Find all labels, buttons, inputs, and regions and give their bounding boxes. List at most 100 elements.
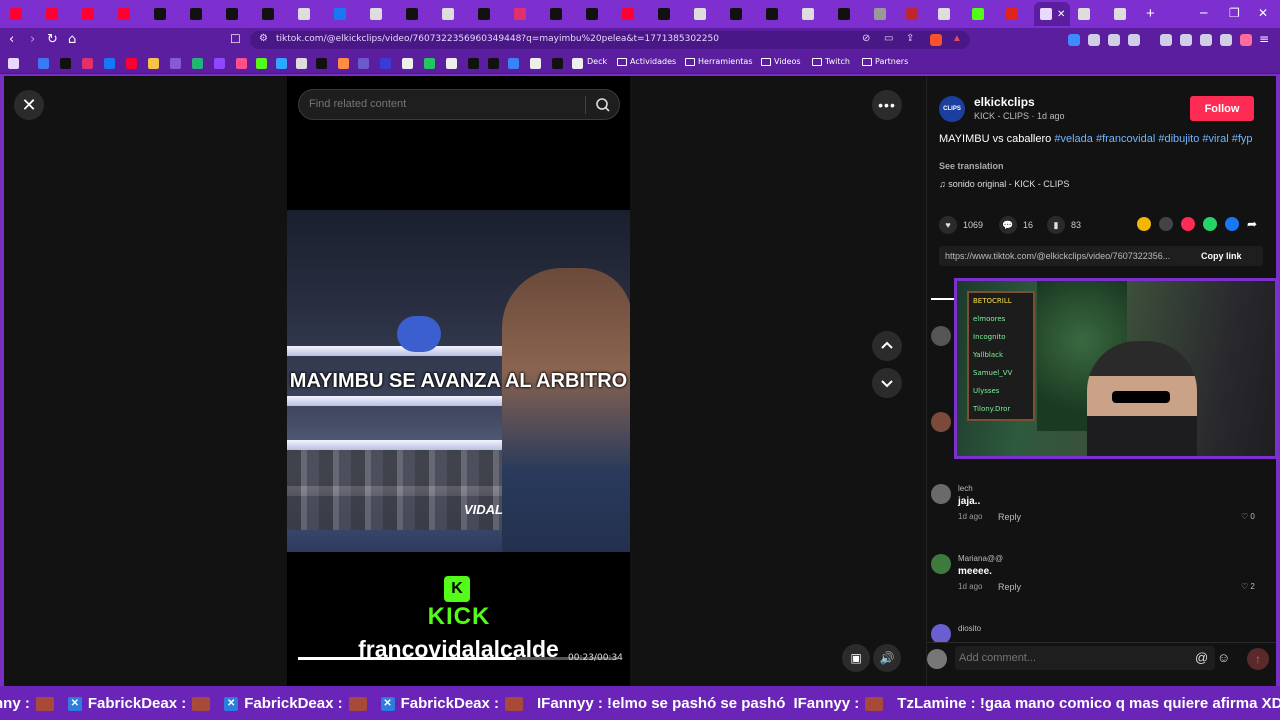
browser-tab[interactable] <box>292 4 326 24</box>
follow-button[interactable]: Follow <box>1190 96 1254 121</box>
browser-tab[interactable] <box>220 4 254 24</box>
commenter-avatar[interactable] <box>931 412 951 432</box>
comment-like-button[interactable]: ♡ 2 <box>1241 582 1255 591</box>
browser-tab[interactable] <box>544 4 578 24</box>
bookmark-favicon[interactable] <box>380 58 391 69</box>
browser-tab[interactable] <box>1108 4 1142 24</box>
commenter-avatar[interactable] <box>931 624 951 644</box>
extension-icon[interactable] <box>1220 34 1232 46</box>
home-icon[interactable]: ⌂ <box>68 32 76 47</box>
bookmark-deck[interactable]: Deck <box>587 57 607 66</box>
cast-icon[interactable]: ▭ <box>884 33 893 44</box>
browser-tab[interactable] <box>966 4 1000 24</box>
browser-tab[interactable] <box>868 4 902 24</box>
bookmark-icon[interactable]: ☐ <box>230 32 241 46</box>
commenter-avatar[interactable] <box>931 484 951 504</box>
bookmark-favicon[interactable] <box>276 58 287 69</box>
site-settings-icon[interactable]: ⚙ <box>259 33 268 44</box>
sound-link[interactable]: ♫ sonido original - KICK - CLIPS <box>939 179 1069 189</box>
bookmark-folder-actividades[interactable]: Actividades <box>617 57 676 66</box>
reply-button[interactable]: Reply <box>998 582 1021 592</box>
whatsapp-icon[interactable] <box>1203 217 1217 231</box>
see-translation-link[interactable]: See translation <box>939 161 1004 171</box>
bookmark-favicon[interactable] <box>402 58 413 69</box>
rewards-icon[interactable]: ▲ <box>952 33 962 44</box>
extension-icon[interactable] <box>1180 34 1192 46</box>
bookmark-favicon[interactable] <box>508 58 519 69</box>
browser-tab[interactable] <box>580 4 614 24</box>
bookmark-folder-herramientas[interactable]: Herramientas <box>685 57 753 66</box>
bookmark-favicon[interactable] <box>236 58 247 69</box>
browser-tab[interactable] <box>832 4 866 24</box>
browser-tab[interactable] <box>400 4 434 24</box>
browser-tab-active[interactable]: ✕ <box>1034 2 1070 26</box>
bookmark-favicon[interactable] <box>530 58 541 69</box>
search-icon[interactable] <box>595 97 611 113</box>
browser-tab[interactable] <box>724 4 758 24</box>
bookmark-favicon[interactable] <box>148 58 159 69</box>
emoji-icon[interactable]: ☺ <box>1217 650 1230 665</box>
send-icon[interactable] <box>1181 217 1195 231</box>
commenter-avatar[interactable] <box>931 554 951 574</box>
browser-tab[interactable] <box>148 4 182 24</box>
embed-icon[interactable] <box>1159 217 1173 231</box>
bookmark-favicon[interactable] <box>60 58 71 69</box>
browser-tab[interactable] <box>436 4 470 24</box>
browser-tab[interactable] <box>1000 4 1034 24</box>
author-name[interactable]: elkickclips <box>974 95 1035 109</box>
menu-icon[interactable]: ≡ <box>1259 32 1269 46</box>
bookmark-folder-partners[interactable]: Partners <box>862 57 908 66</box>
extension-icon[interactable] <box>1240 34 1252 46</box>
next-video-button[interactable] <box>872 368 902 398</box>
bookmark-folder-videos[interactable]: Videos <box>761 57 801 66</box>
close-tab-icon[interactable]: ✕ <box>1057 9 1065 20</box>
bookmark-favicon[interactable] <box>358 58 369 69</box>
repost-icon[interactable] <box>1137 217 1151 231</box>
hashtag-link[interactable]: #dibujito <box>1158 133 1199 145</box>
bookmark-favicon[interactable] <box>446 58 457 69</box>
bookmark-favicon[interactable] <box>38 58 49 69</box>
author-avatar[interactable]: CLIPS <box>939 96 965 122</box>
post-comment-button[interactable]: ↑ <box>1247 648 1269 670</box>
bookmark-favicon[interactable] <box>214 58 225 69</box>
browser-tab[interactable] <box>256 4 290 24</box>
bookmark-favicon[interactable] <box>424 58 435 69</box>
more-options-button[interactable]: ••• <box>872 90 902 120</box>
copy-link-button[interactable]: Copy link <box>1201 251 1242 261</box>
hashtag-link[interactable]: #fyp <box>1232 133 1253 145</box>
bookmark-favicon[interactable] <box>316 58 327 69</box>
extension-icon[interactable] <box>1088 34 1100 46</box>
facebook-icon[interactable] <box>1225 217 1239 231</box>
like-button[interactable]: ♥ 1069 <box>939 216 983 234</box>
share-arrow-icon[interactable]: ➦ <box>1247 217 1261 231</box>
browser-tab[interactable] <box>688 4 722 24</box>
bookmark-favicon[interactable] <box>488 58 499 69</box>
volume-button[interactable]: 🔊 <box>873 644 901 672</box>
bookmark-favicon[interactable] <box>170 58 181 69</box>
minimize-button[interactable]: ─ <box>1200 6 1207 20</box>
commenter-name[interactable]: Mariana@@ <box>958 554 1003 563</box>
url-text[interactable]: tiktok.com/@elkickclips/video/7607322356… <box>276 34 719 44</box>
comment-like-button[interactable]: ♡ 0 <box>1241 512 1255 521</box>
apps-icon[interactable] <box>8 58 19 69</box>
browser-tab[interactable] <box>616 4 650 24</box>
brave-shield-icon[interactable] <box>930 34 942 46</box>
comment-button[interactable]: 💬 16 <box>999 216 1033 234</box>
address-bar[interactable]: ⚙ tiktok.com/@elkickclips/video/76073223… <box>250 31 970 49</box>
save-button[interactable]: ▮ 83 <box>1047 216 1081 234</box>
extension-icon[interactable] <box>1068 34 1080 46</box>
extension-icon[interactable] <box>1128 34 1140 46</box>
bookmark-folder-twitch[interactable]: Twitch <box>812 57 850 66</box>
bookmark-favicon[interactable] <box>296 58 307 69</box>
window-close-button[interactable]: ✕ <box>1258 6 1268 20</box>
commenter-name[interactable]: diosito <box>958 624 981 633</box>
bookmark-favicon[interactable] <box>552 58 563 69</box>
browser-tab[interactable] <box>328 4 362 24</box>
search-input[interactable] <box>309 98 569 110</box>
hashtag-link[interactable]: #viral <box>1202 133 1228 145</box>
previous-video-button[interactable] <box>872 331 902 361</box>
bookmark-favicon[interactable] <box>104 58 115 69</box>
browser-tab[interactable] <box>112 4 146 24</box>
extension-icon[interactable] <box>1200 34 1212 46</box>
commenter-avatar[interactable] <box>931 326 951 346</box>
